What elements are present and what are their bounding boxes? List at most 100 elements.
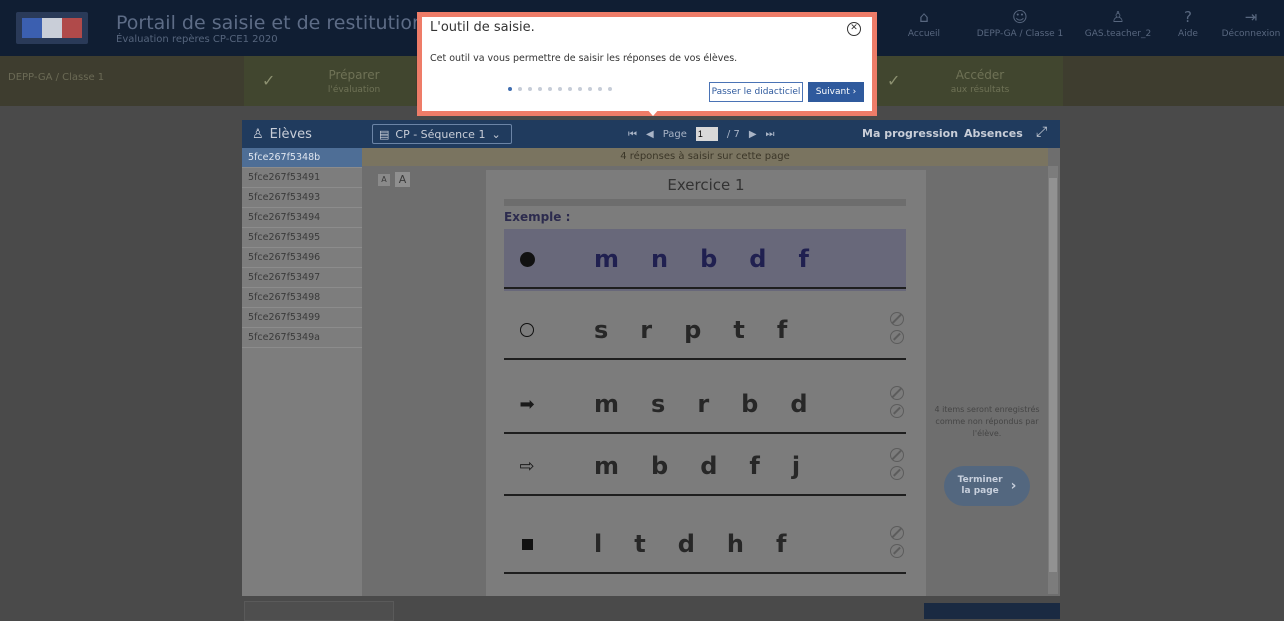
letter-choice[interactable]: h xyxy=(727,530,744,558)
check-icon: ✓ xyxy=(262,71,276,90)
student-item[interactable]: 5fce267f53495 xyxy=(242,228,362,248)
letter-choice[interactable]: s xyxy=(594,316,608,344)
exercise-row: ltdhf xyxy=(504,514,906,574)
user-icon: ♙ xyxy=(1111,8,1125,26)
no-answer-icon[interactable] xyxy=(890,448,904,462)
absences-button[interactable]: Absences xyxy=(964,127,1023,140)
marianne-logo xyxy=(16,12,88,44)
progress-dot xyxy=(548,87,552,91)
letter-choice[interactable]: l xyxy=(594,530,602,558)
exercise-divider xyxy=(504,199,906,206)
nav-logout-label: Déconnexion xyxy=(1221,29,1281,39)
app-subtitle: Évaluation repères CP-CE1 2020 xyxy=(116,34,278,45)
bottom-left-button[interactable] xyxy=(244,601,394,621)
progress-button[interactable]: Ma progression xyxy=(862,127,958,140)
group-icon: ☺ xyxy=(1012,8,1028,26)
letter-choice[interactable]: j xyxy=(792,452,800,480)
prev-page-icon[interactable]: ◀ xyxy=(646,129,654,140)
progress-dot xyxy=(538,87,542,91)
letter-choice[interactable]: d xyxy=(790,390,807,418)
answers-notice: 4 réponses à saisir sur cette page xyxy=(362,148,1048,166)
letter-choice[interactable]: f xyxy=(777,316,787,344)
letter-choice: f xyxy=(798,245,809,273)
scrollbar-thumb[interactable] xyxy=(1049,178,1057,572)
nav-help[interactable]: ? Aide xyxy=(1168,8,1208,48)
step-prepare[interactable]: ✓ Préparer l'évaluation xyxy=(244,56,416,106)
progress-dot xyxy=(608,87,612,91)
letter-choice[interactable]: r xyxy=(640,316,652,344)
letter-group: srptf xyxy=(594,300,787,360)
letter-choice[interactable]: d xyxy=(700,452,717,480)
nav-logout[interactable]: ⇥ Déconnexion xyxy=(1220,8,1282,48)
progress-dot xyxy=(588,87,592,91)
popup-pointer xyxy=(646,108,660,116)
row-divider xyxy=(504,287,906,289)
letter-choice[interactable]: b xyxy=(651,452,668,480)
student-item[interactable]: 5fce267f53496 xyxy=(242,248,362,268)
letter-choice[interactable]: s xyxy=(651,390,665,418)
square-icon xyxy=(512,514,542,574)
edit-icon[interactable] xyxy=(890,404,904,418)
nav-home[interactable]: ⌂ Accueil xyxy=(904,8,944,48)
student-item[interactable]: 5fce267f53493 xyxy=(242,188,362,208)
student-item[interactable]: 5fce267f53499 xyxy=(242,308,362,328)
finish-page-button[interactable]: Terminer la page › xyxy=(944,466,1030,506)
next-label: Suivant xyxy=(815,87,850,97)
sequence-select[interactable]: ▤ CP - Séquence 1 ⌄ xyxy=(372,124,512,144)
step-access[interactable]: ✓ Accéder aux résultats xyxy=(875,56,1063,106)
progress-dot xyxy=(508,87,512,91)
no-answer-icon[interactable] xyxy=(890,386,904,400)
exercise-row: srptf xyxy=(504,300,906,360)
no-answer-icon[interactable] xyxy=(890,312,904,326)
letter-choice[interactable]: f xyxy=(776,530,786,558)
letter-choice[interactable]: b xyxy=(741,390,758,418)
letter-choice[interactable]: m xyxy=(594,452,619,480)
nav-class[interactable]: ☺ DEPP-GA / Classe 1 xyxy=(970,8,1070,48)
student-item[interactable]: 5fce267f53494 xyxy=(242,208,362,228)
no-answer-icon[interactable] xyxy=(890,526,904,540)
letter-choice[interactable]: t xyxy=(733,316,744,344)
progress-dot xyxy=(568,87,572,91)
letter-choice[interactable]: t xyxy=(634,530,645,558)
progress-dot xyxy=(578,87,582,91)
student-item[interactable]: 5fce267f53491 xyxy=(242,168,362,188)
student-item[interactable]: 5fce267f5349a xyxy=(242,328,362,348)
letter-choice[interactable]: r xyxy=(697,390,709,418)
close-icon[interactable]: ✕ xyxy=(847,22,861,36)
letter-choice[interactable]: p xyxy=(684,316,701,344)
student-item[interactable]: 5fce267f53498 xyxy=(242,288,362,308)
student-item[interactable]: 5fce267f5348b xyxy=(242,148,362,168)
edit-icon[interactable] xyxy=(890,330,904,344)
expand-icon[interactable]: ⤢ xyxy=(1036,124,1047,140)
letter-choice: m xyxy=(594,245,620,273)
page-input[interactable] xyxy=(695,127,718,141)
row-actions xyxy=(890,312,906,352)
next-page-icon[interactable]: ▶ xyxy=(749,129,757,140)
edit-icon[interactable] xyxy=(890,466,904,480)
letter-choice: n xyxy=(651,245,669,273)
row-divider xyxy=(504,494,906,496)
exercise-title: Exercice 1 xyxy=(667,176,745,194)
student-item[interactable]: 5fce267f53497 xyxy=(242,268,362,288)
page-navigator: ⏮ ◀ Page / 7 ▶ ⏭ xyxy=(628,124,775,144)
example-row: mnbdf xyxy=(504,229,906,289)
arrow-right-outline-icon: ⇨ xyxy=(519,455,535,477)
font-decrease-button[interactable]: A xyxy=(378,174,390,186)
check-icon: ✓ xyxy=(887,71,901,90)
bottom-right-button[interactable] xyxy=(924,603,1060,619)
letter-choice[interactable]: f xyxy=(749,452,759,480)
edit-icon[interactable] xyxy=(890,544,904,558)
row-actions xyxy=(890,448,906,488)
next-button[interactable]: Suivant › xyxy=(808,82,864,102)
letter-choice[interactable]: m xyxy=(594,390,619,418)
nav-user[interactable]: ♙ GAS.teacher_2 xyxy=(1082,8,1154,48)
row-divider xyxy=(504,432,906,434)
students-header: ♙ Elèves xyxy=(242,120,362,148)
first-page-icon[interactable]: ⏮ xyxy=(628,129,637,140)
letter-group: mbdfj xyxy=(594,436,800,496)
skip-tutorial-button[interactable]: Passer le didacticiel xyxy=(709,82,803,102)
finish-label-1: Terminer xyxy=(957,475,1003,485)
letter-choice[interactable]: d xyxy=(678,530,695,558)
last-page-icon[interactable]: ⏭ xyxy=(766,129,775,140)
font-increase-button[interactable]: A xyxy=(395,172,410,187)
